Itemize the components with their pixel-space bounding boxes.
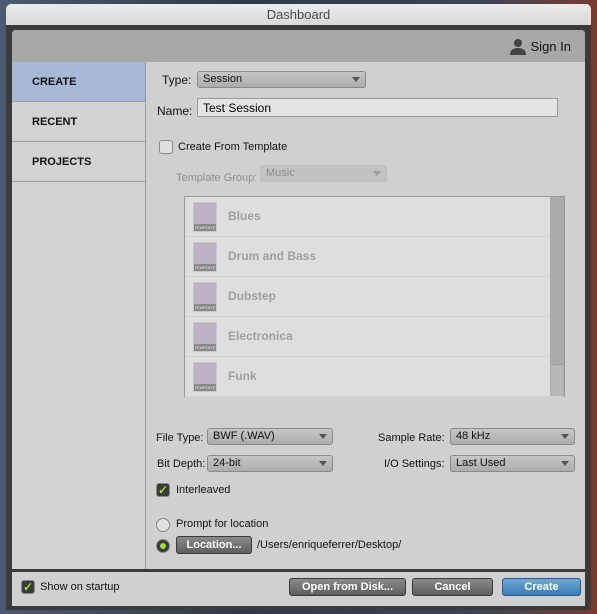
template-file-icon: [193, 242, 217, 272]
template-list-scrollbar[interactable]: [550, 197, 564, 396]
type-value: Session: [203, 73, 243, 85]
template-list: Blues Drum and Bass Dubstep Electronica …: [184, 196, 565, 397]
file-type-label: File Type:: [156, 432, 204, 444]
prompt-location-label: Prompt for location: [176, 518, 269, 530]
template-group-select[interactable]: Music: [260, 165, 387, 182]
io-settings-label: I/O Settings:: [384, 458, 445, 470]
template-file-icon: [193, 362, 217, 392]
chevron-down-icon: [373, 171, 381, 176]
template-group-label: Template Group:: [176, 172, 258, 184]
template-file-icon: [193, 282, 217, 312]
sign-in-label: Sign In: [530, 39, 571, 54]
template-name: Blues: [228, 209, 261, 223]
location-button[interactable]: Location...: [176, 536, 252, 554]
type-label: Type:: [162, 73, 192, 87]
show-on-startup-label: Show on startup: [40, 581, 120, 593]
sidebar: CREATE RECENT PROJECTS: [12, 62, 146, 569]
checkmark-icon: ✓: [22, 580, 34, 594]
chevron-down-icon: [319, 434, 327, 439]
chevron-down-icon: [352, 77, 360, 82]
sign-in-button[interactable]: Sign In: [509, 38, 571, 55]
template-row-dubstep[interactable]: Dubstep: [185, 277, 564, 317]
open-from-disk-button[interactable]: Open from Disk...: [289, 578, 406, 596]
interleaved-label: Interleaved: [176, 484, 231, 496]
io-settings-select[interactable]: Last Used: [450, 455, 575, 472]
template-file-icon: [193, 322, 217, 352]
main-panel: Sign In CREATE RECENT PROJECTS Type: Ses…: [12, 30, 585, 569]
show-on-startup-checkbox[interactable]: ✓: [21, 580, 35, 594]
bit-depth-label: Bit Depth:: [157, 458, 206, 470]
location-radio[interactable]: [156, 539, 170, 553]
chevron-down-icon: [319, 461, 327, 466]
header-bar: Sign In: [12, 30, 585, 62]
location-path: /Users/enriqueferrer/Desktop/: [257, 539, 402, 551]
create-from-template-label: Create From Template: [178, 141, 288, 153]
sidebar-item-create[interactable]: CREATE: [12, 62, 145, 102]
template-name: Dubstep: [228, 289, 276, 303]
file-type-value: BWF (.WAV): [213, 430, 275, 442]
chevron-down-icon: [561, 461, 569, 466]
interleaved-checkbox[interactable]: ✓: [156, 483, 170, 497]
bit-depth-value: 24-bit: [213, 457, 241, 469]
template-file-icon: [193, 202, 217, 232]
template-name: Funk: [228, 369, 257, 383]
checkmark-icon: ✓: [157, 483, 169, 497]
prompt-location-radio[interactable]: [156, 518, 170, 532]
sample-rate-value: 48 kHz: [456, 430, 491, 442]
file-type-select[interactable]: BWF (.WAV): [207, 428, 333, 445]
bit-depth-select[interactable]: 24-bit: [207, 455, 333, 472]
template-row-drum-and-bass[interactable]: Drum and Bass: [185, 237, 564, 277]
chevron-down-icon: [561, 434, 569, 439]
template-row-blues[interactable]: Blues: [185, 197, 564, 237]
dashboard-window: Dashboard Sign In CREATE RECENT PROJECTS…: [6, 4, 591, 610]
name-input[interactable]: [197, 98, 558, 117]
user-icon: [509, 39, 526, 55]
name-label: Name:: [157, 104, 193, 118]
scrollbar-thumb[interactable]: [551, 364, 563, 396]
footer-bar: ✓ Show on startup Open from Disk... Canc…: [12, 572, 585, 606]
create-button[interactable]: Create: [502, 578, 581, 596]
sample-rate-label: Sample Rate:: [378, 432, 445, 444]
sample-rate-select[interactable]: 48 kHz: [450, 428, 575, 445]
template-group-value: Music: [266, 167, 295, 179]
template-name: Electronica: [228, 329, 293, 343]
sidebar-item-recent[interactable]: RECENT: [12, 102, 145, 142]
template-row-electronica[interactable]: Electronica: [185, 317, 564, 357]
cancel-button[interactable]: Cancel: [412, 578, 493, 596]
template-row-funk[interactable]: Funk: [185, 357, 564, 397]
create-from-template-checkbox[interactable]: [159, 140, 173, 154]
window-title: Dashboard: [6, 4, 591, 25]
template-name: Drum and Bass: [228, 249, 317, 263]
sidebar-item-projects[interactable]: PROJECTS: [12, 142, 145, 182]
io-settings-value: Last Used: [456, 457, 506, 469]
type-select[interactable]: Session: [197, 71, 366, 88]
